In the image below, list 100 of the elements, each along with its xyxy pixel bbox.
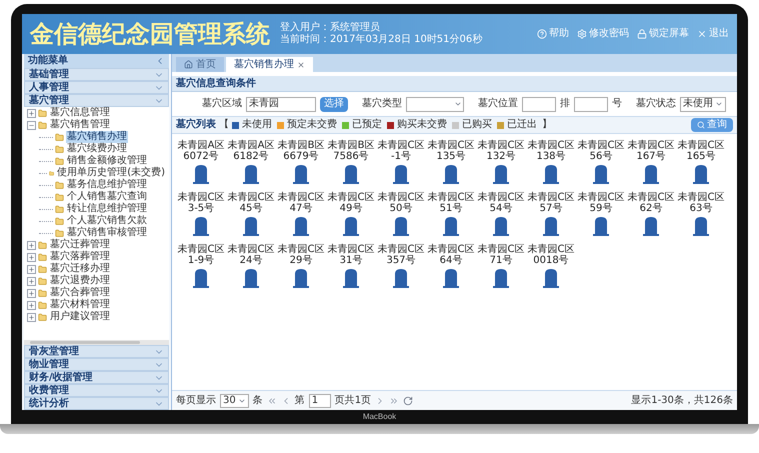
tombstone-icon[interactable] [242,164,260,184]
tombstone-icon[interactable] [692,216,710,236]
legend-label: 已预定 [352,119,382,131]
tombstone-icon[interactable] [292,164,310,184]
folder-icon [55,228,64,238]
unit-label: 号 [612,98,622,110]
tombstone-icon[interactable] [592,216,610,236]
menu-section[interactable]: 收费管理 [24,384,169,397]
bracket: 】 [542,119,552,131]
tombstone-icon[interactable] [542,216,560,236]
grave-area: 未青园C区 [678,140,724,151]
tombstone-icon[interactable] [442,216,460,236]
tombstone-icon[interactable] [292,268,310,288]
grave-area: 未青园B区 [328,140,374,151]
tree-item[interactable]: 转让信息维护管理 [66,203,148,215]
tree-item[interactable]: 墓穴续费办理 [66,143,128,155]
tombstone-icon[interactable] [292,216,310,236]
unit-label: 排 [560,98,570,110]
expand-icon[interactable] [27,276,36,286]
tombstone-icon[interactable] [542,164,560,184]
tombstone-icon[interactable] [592,164,610,184]
tab[interactable]: 墓穴销售办理 [226,57,313,72]
menu-section[interactable]: 基础管理 [24,68,169,81]
tree-item[interactable]: 用户建议管理 [49,311,111,323]
folder-icon [55,204,64,214]
menu-section[interactable]: 墓穴管理 [24,94,169,107]
scrollbar[interactable] [24,340,169,345]
expand-icon[interactable] [27,300,36,310]
tree-item[interactable]: 个人墓穴销售欠款 [66,215,148,227]
tree-item[interactable]: 墓穴落葬管理 [49,251,111,263]
grave-number: 54号 [490,203,512,214]
list-title: 墓穴列表 [176,119,216,131]
tombstone-icon[interactable] [392,164,410,184]
field-label: 墓穴位置 [478,98,518,110]
menu-section[interactable]: 骨灰堂管理 [24,345,169,358]
tombstone-icon[interactable] [442,268,460,288]
tombstone-icon[interactable] [492,164,510,184]
legend-label: 已购买 [462,119,492,131]
field-label: 墓穴区域 [202,98,242,110]
tombstone-icon[interactable] [642,164,660,184]
tree-item[interactable]: 墓穴迁葬管理 [49,239,111,251]
tree-item[interactable]: 墓穴退费办理 [49,275,111,287]
tree-item[interactable]: 墓穴合葬管理 [49,287,111,299]
refresh-icon[interactable] [403,396,414,406]
grave-area: 未青园C区 [278,244,324,255]
help-icon [537,29,547,39]
tree-item[interactable]: 墓穴迁移办理 [49,263,111,275]
grave-area: 未青园A区 [178,140,224,151]
tombstone-icon[interactable] [242,268,260,288]
grave-number: 6182号 [233,151,269,162]
menu-section[interactable]: 统计分析 [24,397,169,410]
tombstone-icon[interactable] [192,164,210,184]
tree-item[interactable]: 墓穴销售办理 [66,131,128,143]
tree-item[interactable]: 墓穴销售审核管理 [66,227,148,239]
close-icon[interactable] [297,60,305,68]
tombstone-icon[interactable] [342,164,360,184]
menu-section[interactable]: 财务/收据管理 [24,371,169,384]
tombstone-icon[interactable] [192,216,210,236]
expand-icon[interactable] [27,288,36,298]
grave-area: 未青园C区 [228,244,274,255]
grave-area: 未青园C区 [528,192,574,203]
tombstone-icon[interactable] [342,268,360,288]
tree-item[interactable]: 个人销售墓穴查询 [66,191,148,203]
app-title: 金信德纪念园管理系统 [30,20,270,48]
tree-item[interactable]: 墓务信息维护管理 [66,179,148,191]
grave-number: 138号 [536,151,566,162]
tombstone-icon[interactable] [642,216,660,236]
tree-item[interactable]: 墓穴销售管理 [49,119,111,131]
menu-section[interactable]: 人事管理 [24,81,169,94]
expand-icon[interactable] [27,252,36,262]
grave-area: 未青园C区 [478,140,524,151]
grave-number: 56号 [590,151,612,162]
menu-section[interactable]: 物业管理 [24,358,169,371]
page-field[interactable]: 1 [308,394,331,408]
tombstone-icon[interactable] [442,164,460,184]
field-label: 墓穴状态 [636,98,676,110]
collapse-icon[interactable] [27,120,36,130]
tombstone-icon[interactable] [242,216,260,236]
tombstone-icon[interactable] [392,268,410,288]
tree-item[interactable]: 使用单历史管理(未交费) [56,167,166,179]
tombstone-icon[interactable] [342,216,360,236]
legend-label: 预定未交费 [287,119,337,131]
tombstone-icon[interactable] [542,268,560,288]
tombstone-icon[interactable] [392,216,410,236]
area-field[interactable]: 未青园 [246,96,316,112]
tombstone-icon[interactable] [492,216,510,236]
tree-item[interactable]: 销售金额修改管理 [66,155,148,167]
grave-area: 未青园C区 [178,192,224,203]
tombstone-icon[interactable] [192,268,210,288]
tree-item[interactable]: 墓穴材料管理 [49,299,111,311]
page-size-select[interactable]: 30 [220,394,249,408]
grave-area: 未青园C区 [428,244,474,255]
expand-icon[interactable] [27,240,36,250]
tombstone-icon[interactable] [692,164,710,184]
expand-icon[interactable] [27,312,36,322]
status-select[interactable]: 未使用 [680,96,726,112]
tombstone-icon[interactable] [492,268,510,288]
grave-number: 7586号 [333,151,369,162]
expand-icon[interactable] [27,108,36,118]
expand-icon[interactable] [27,264,36,274]
